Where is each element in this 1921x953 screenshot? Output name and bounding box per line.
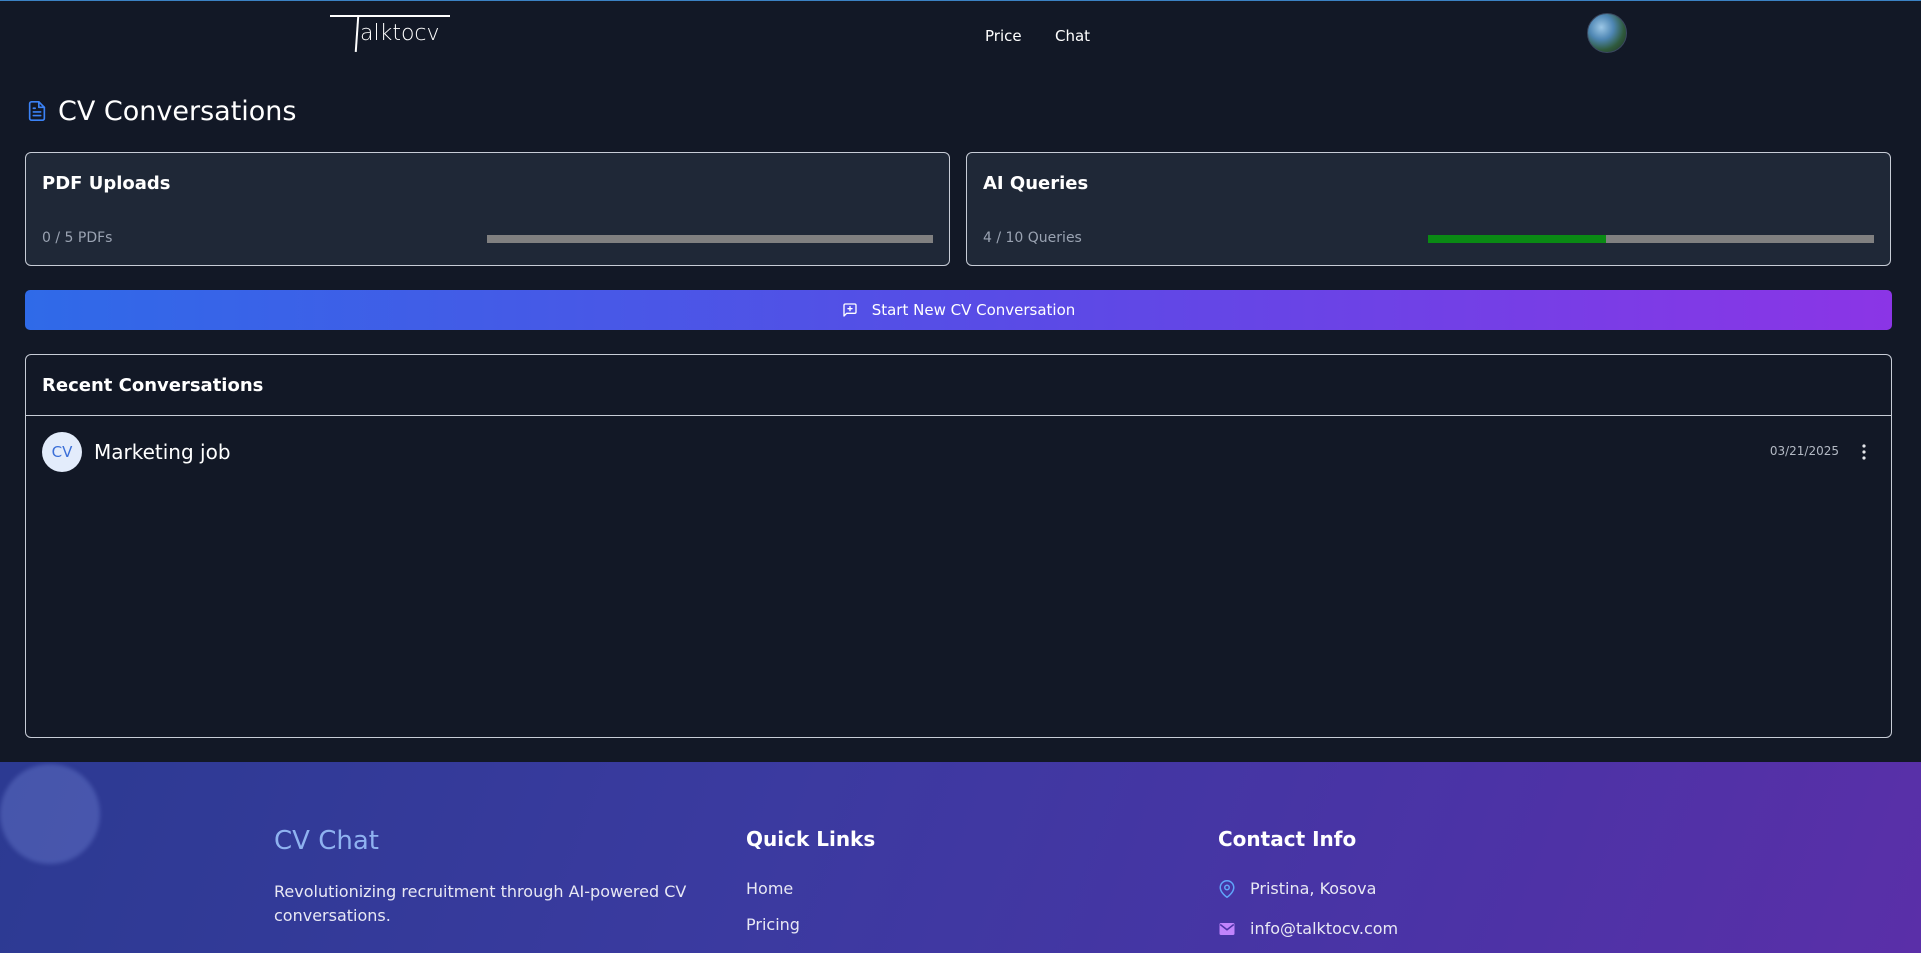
pdf-uploads-count: 0 / 5 PDFs xyxy=(42,230,113,246)
user-avatar[interactable] xyxy=(1587,13,1627,53)
start-new-conversation-label: Start New CV Conversation xyxy=(871,301,1076,319)
footer-brand: CV Chat xyxy=(274,826,379,856)
nav-chat[interactable]: Chat xyxy=(1055,27,1090,45)
ai-queries-card: AI Queries 4 / 10 Queries xyxy=(966,152,1891,266)
contact-info-heading: Contact Info xyxy=(1218,827,1357,851)
ai-queries-title: AI Queries xyxy=(983,173,1089,194)
logo-t-bar xyxy=(330,15,450,17)
ai-queries-progress-fill xyxy=(1428,235,1607,243)
conversation-avatar: CV xyxy=(42,432,82,472)
pdf-uploads-title: PDF Uploads xyxy=(42,173,171,194)
page-title-row: CV Conversations xyxy=(26,93,296,129)
more-vertical-icon[interactable] xyxy=(1859,442,1869,462)
contact-email[interactable]: info@talktocv.com xyxy=(1218,919,1398,938)
page: alktocv Price Chat CV Conversations PDF … xyxy=(0,0,1921,953)
logo-t-stem xyxy=(354,15,360,53)
footer: CV Chat Revolutionizing recruitment thro… xyxy=(0,762,1921,953)
top-header: alktocv Price Chat xyxy=(0,1,1921,73)
pdf-uploads-progress xyxy=(487,235,933,243)
footer-link-pricing[interactable]: Pricing xyxy=(746,915,800,934)
footer-link-home[interactable]: Home xyxy=(746,879,793,898)
footer-description: Revolutionizing recruitment through AI-p… xyxy=(274,882,687,925)
document-icon xyxy=(28,101,46,121)
recent-conversations-heading: Recent Conversations xyxy=(26,355,1891,416)
page-title: CV Conversations xyxy=(58,95,297,127)
quick-links-heading: Quick Links xyxy=(746,827,876,851)
map-pin-icon xyxy=(1219,879,1235,898)
conversation-date: 03/21/2025 xyxy=(1769,444,1839,458)
ai-queries-count: 4 / 10 Queries xyxy=(983,230,1082,246)
contact-location-text: Pristina, Kosova xyxy=(1250,879,1377,898)
contact-location: Pristina, Kosova xyxy=(1218,879,1376,898)
conversation-row[interactable]: CV Marketing job 03/21/2025 xyxy=(26,416,1891,488)
pdf-uploads-card: PDF Uploads 0 / 5 PDFs xyxy=(25,152,950,266)
conversation-title: Marketing job xyxy=(94,440,231,464)
ai-queries-progress xyxy=(1428,235,1874,243)
mail-icon xyxy=(1219,922,1235,935)
message-plus-icon xyxy=(843,303,857,317)
recent-conversations-panel: Recent Conversations CV Marketing job 03… xyxy=(25,354,1892,738)
contact-email-text: info@talktocv.com xyxy=(1250,919,1399,938)
start-new-conversation-button[interactable]: Start New CV Conversation xyxy=(25,290,1892,330)
nav-price[interactable]: Price xyxy=(985,27,1022,45)
logo-text: alktocv xyxy=(360,21,440,46)
decorative-blob xyxy=(0,764,100,864)
